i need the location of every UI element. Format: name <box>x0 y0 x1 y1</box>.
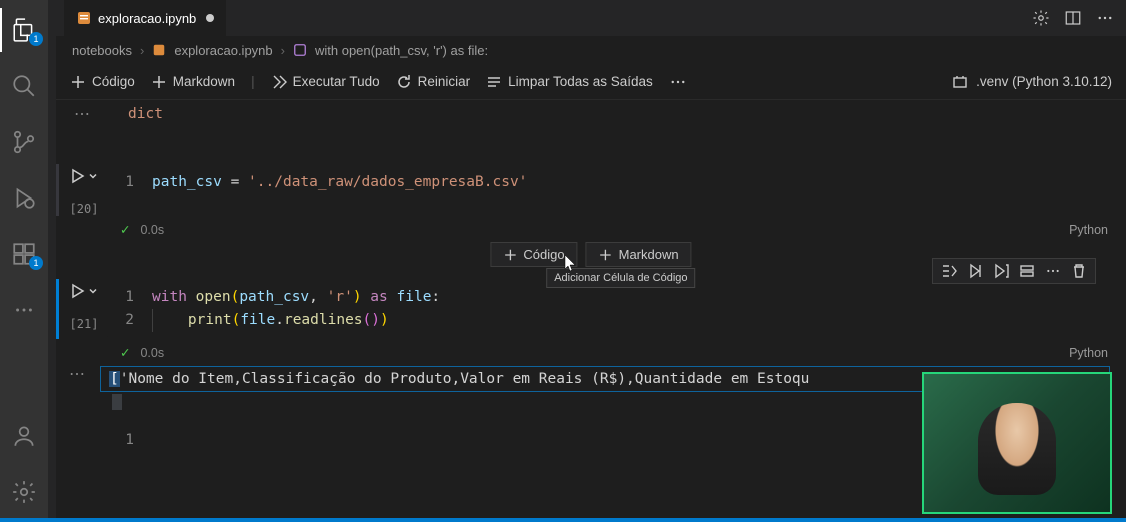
code-cell[interactable]: 1 path_csv = '../data_raw/dados_empresaB… <box>107 164 1126 216</box>
output-collapse-icon[interactable]: ⋯ <box>56 362 100 384</box>
exec-time: 0.0s <box>140 346 164 360</box>
account-tab[interactable] <box>0 414 48 458</box>
mouse-cursor-icon <box>564 254 578 272</box>
annotation-underline <box>147 391 467 392</box>
webcam-overlay <box>922 372 1112 514</box>
breadcrumb-folder[interactable]: notebooks <box>72 43 132 58</box>
add-markdown-button[interactable]: Markdown <box>151 74 235 90</box>
unsaved-indicator <box>206 14 214 22</box>
run-chevron-icon[interactable] <box>87 170 99 182</box>
execution-count: [20] <box>70 202 99 216</box>
breadcrumb-symbol[interactable]: with open(path_csv, 'r') as file: <box>315 43 488 58</box>
line-number: 1 <box>108 171 152 194</box>
code-cell[interactable]: 1 with open(path_csv, 'r') as file: 2 pr… <box>107 279 1126 339</box>
explorer-badge: 1 <box>29 32 43 46</box>
run-cell-button[interactable] <box>69 283 85 299</box>
notebook-icon <box>152 43 166 57</box>
activity-bar: 1 1 <box>0 0 48 522</box>
notebook-icon <box>76 10 92 26</box>
line-number: 1 <box>108 432 152 448</box>
breadcrumb-file[interactable]: exploracao.ipynb <box>174 43 272 58</box>
chevron-icon: › <box>281 43 285 58</box>
search-tab[interactable] <box>0 64 48 108</box>
explorer-tab[interactable]: 1 <box>0 8 48 52</box>
exec-time: 0.0s <box>140 223 164 237</box>
add-code-button[interactable]: Código <box>70 74 135 90</box>
cell-indicator[interactable] <box>56 164 59 216</box>
restart-button[interactable]: Reiniciar <box>396 74 471 90</box>
cell-indicator-active[interactable] <box>56 279 59 339</box>
tab-bar: exploracao.ipynb <box>56 0 1126 36</box>
kernel-icon <box>952 74 968 90</box>
source-control-tab[interactable] <box>0 120 48 164</box>
status-bar[interactable] <box>0 518 1126 522</box>
settings-tab[interactable] <box>0 470 48 514</box>
add-cell-bar: Código Markdown <box>490 242 691 267</box>
cell-more-icon[interactable] <box>1045 263 1061 279</box>
cell-collapse-icon[interactable]: ⋯ <box>74 104 92 124</box>
line-number: 2 <box>108 309 152 332</box>
run-all-button[interactable]: Executar Tudo <box>271 74 380 90</box>
extensions-tab[interactable]: 1 <box>0 232 48 276</box>
execute-cell-icon[interactable] <box>967 263 983 279</box>
cell-language[interactable]: Python <box>1069 223 1126 237</box>
clear-all-button[interactable]: Limpar Todas as Saídas <box>486 74 653 90</box>
split-editor-icon[interactable] <box>1064 9 1082 27</box>
tab-title: exploracao.ipynb <box>98 11 196 26</box>
sidebar-edge[interactable] <box>48 0 56 522</box>
output-continuation <box>112 394 122 410</box>
cell-action-toolbar <box>932 258 1096 284</box>
file-tab[interactable]: exploracao.ipynb <box>64 0 226 36</box>
more-tab[interactable] <box>0 288 48 332</box>
add-markdown-cell-button[interactable]: Markdown <box>586 242 692 267</box>
settings-icon[interactable] <box>1032 9 1050 27</box>
success-icon: ✓ <box>120 345 130 360</box>
extensions-badge: 1 <box>29 256 43 270</box>
chevron-icon: › <box>140 43 144 58</box>
notebook-toolbar: Código Markdown | Executar Tudo Reinicia… <box>56 64 1126 100</box>
run-chevron-icon[interactable] <box>87 285 99 297</box>
execute-above-icon[interactable] <box>993 263 1009 279</box>
delete-cell-icon[interactable] <box>1071 263 1087 279</box>
toolbar-more-icon[interactable] <box>669 73 687 91</box>
run-by-line-icon[interactable] <box>941 263 957 279</box>
symbol-icon <box>293 43 307 57</box>
breadcrumb[interactable]: notebooks › exploracao.ipynb › with open… <box>56 36 1126 64</box>
split-cell-icon[interactable] <box>1019 263 1035 279</box>
cell-language[interactable]: Python <box>1069 346 1126 360</box>
line-number: 1 <box>108 286 152 309</box>
execution-count: [21] <box>70 317 99 331</box>
success-icon: ✓ <box>120 222 130 237</box>
run-debug-tab[interactable] <box>0 176 48 220</box>
run-cell-button[interactable] <box>69 168 85 184</box>
kernel-selector[interactable]: .venv (Python 3.10.12) <box>976 74 1112 89</box>
prev-output: dict <box>128 106 163 122</box>
more-actions-icon[interactable] <box>1096 9 1114 27</box>
